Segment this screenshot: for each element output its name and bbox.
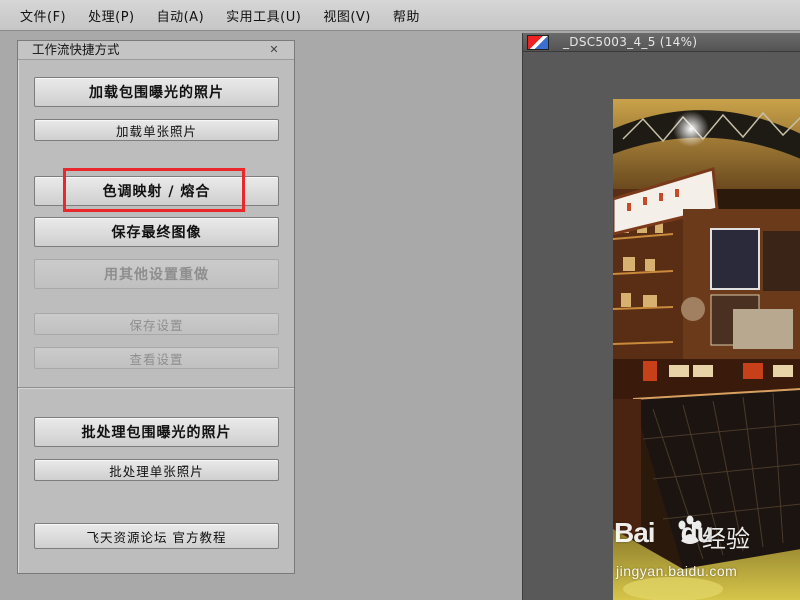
forum-tutorial-button[interactable]: 飞天资源论坛 官方教程 — [34, 523, 279, 549]
load-bracketed-photos-button[interactable]: 加载包围曝光的照片 — [34, 77, 279, 107]
close-icon[interactable]: ✕ — [268, 41, 280, 59]
view-settings-button[interactable]: 查看设置 — [34, 347, 279, 369]
photo-preview — [613, 99, 800, 600]
menu-help[interactable]: 帮助 — [393, 6, 420, 25]
image-window-title-bar[interactable]: _DSC5003_4_5 (14%) — [523, 33, 800, 52]
panel-divider — [18, 387, 294, 389]
menu-bar: 文件(F) 处理(P) 自动(A) 实用工具(U) 视图(V) 帮助 — [0, 0, 800, 31]
workflow-shortcuts-panel: 工作流快捷方式 ✕ 加载包围曝光的照片 加载单张照片 色调映射 / 熔合 保存最… — [17, 40, 295, 574]
batch-bracketed-photos-button[interactable]: 批处理包围曝光的照片 — [34, 417, 279, 447]
save-final-image-button[interactable]: 保存最终图像 — [34, 217, 279, 247]
save-settings-button[interactable]: 保存设置 — [34, 313, 279, 335]
menu-utilities[interactable]: 实用工具(U) — [226, 6, 301, 25]
image-document-window: _DSC5003_4_5 (14%) — [522, 33, 800, 600]
load-single-photo-button[interactable]: 加载单张照片 — [34, 119, 279, 141]
menu-view[interactable]: 视图(V) — [323, 6, 371, 25]
menu-file[interactable]: 文件(F) — [20, 6, 66, 25]
tone-mapping-fusion-button[interactable]: 色调映射 / 熔合 — [34, 176, 279, 206]
batch-single-photo-button[interactable]: 批处理单张照片 — [34, 459, 279, 481]
menu-process[interactable]: 处理(P) — [88, 6, 134, 25]
panel-title: 工作流快捷方式 — [32, 42, 120, 57]
photo-preview-image — [613, 99, 800, 600]
redo-other-settings-button[interactable]: 用其他设置重做 — [34, 259, 279, 289]
panel-title-bar[interactable]: 工作流快捷方式 ✕ — [18, 41, 294, 60]
menu-automate[interactable]: 自动(A) — [157, 6, 205, 25]
image-window-title: _DSC5003_4_5 (14%) — [563, 35, 698, 49]
document-thumbnail-icon — [527, 34, 549, 50]
